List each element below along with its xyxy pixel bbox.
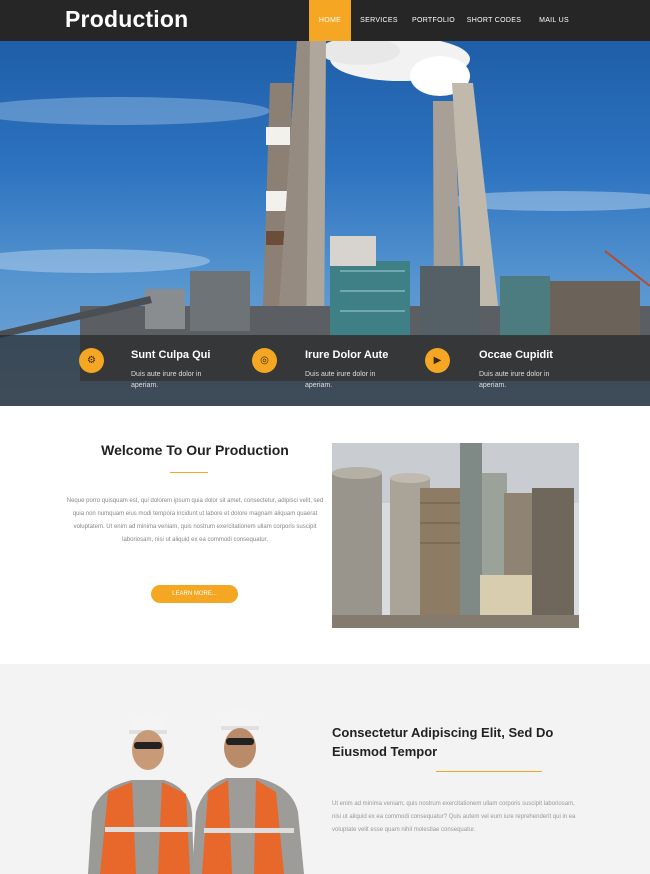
hero-banner: ⚙ Sunt Culpa Qui Duis aute irure dolor i… — [0, 41, 650, 406]
feature-text: Duis aute irure dolor in aperiam. — [479, 371, 550, 389]
welcome-section: Welcome To Our Production Neque porro qu… — [0, 406, 650, 664]
megaphone-icon: ▶ — [425, 348, 450, 373]
feature-text: Duis aute irure dolor in aperiam. — [131, 371, 202, 389]
menu-item-services[interactable]: SERVICES — [351, 0, 407, 41]
about-section: Consectetur Adipiscing Elit, Sed Do Eius… — [0, 664, 650, 874]
menu-item-mail-us[interactable]: MAIL US — [528, 0, 580, 41]
feature-text: Duis aute irure dolor in aperiam. — [305, 371, 376, 389]
engineers-image — [70, 702, 322, 874]
site-logo[interactable]: Production — [65, 6, 188, 33]
gear-icon: ⚙ — [79, 348, 104, 373]
title-divider — [170, 472, 208, 473]
welcome-text: Neque porro quisquam est, qui dolorem ip… — [66, 498, 324, 543]
target-icon: ◎ — [252, 348, 277, 373]
features-strip: ⚙ Sunt Culpa Qui Duis aute irure dolor i… — [0, 335, 650, 406]
about-text: Ut enim ad minima veniam, quis nostrum e… — [332, 801, 576, 833]
learn-more-button[interactable]: LEARN MORE... — [151, 585, 238, 603]
welcome-title: Welcome To Our Production — [101, 442, 289, 458]
about-title: Consectetur Adipiscing Elit, Sed Do Eius… — [332, 725, 554, 759]
feature-title: Occae Cupidit — [479, 349, 553, 361]
top-navbar: Production HOME SERVICES PORTFOLIO SHORT… — [0, 0, 650, 41]
silos-image — [332, 443, 579, 628]
feature-title: Irure Dolor Aute — [305, 349, 389, 361]
feature-title: Sunt Culpa Qui — [131, 349, 211, 361]
title-divider — [436, 771, 542, 772]
menu-item-short-codes[interactable]: SHORT CODES — [460, 0, 528, 41]
menu-item-home[interactable]: HOME — [309, 0, 351, 41]
menu-item-portfolio[interactable]: PORTFOLIO — [407, 0, 460, 41]
main-menu: HOME SERVICES PORTFOLIO SHORT CODES MAIL… — [309, 0, 580, 41]
